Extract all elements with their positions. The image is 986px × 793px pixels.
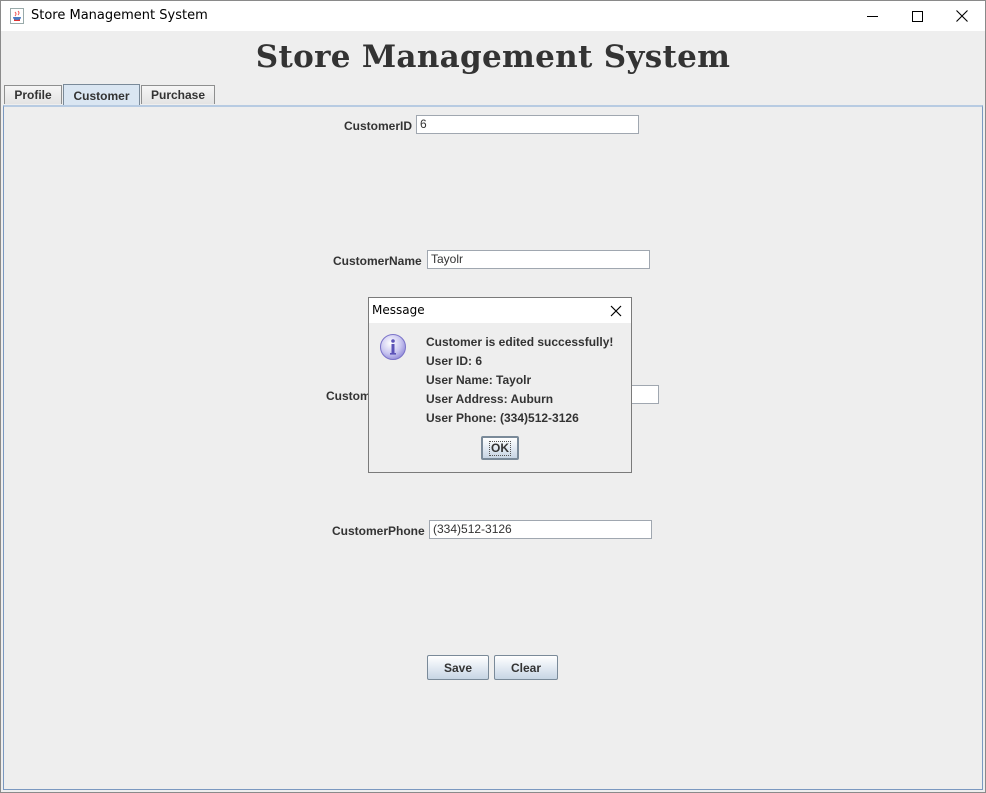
customer-name-label: CustomerName	[333, 254, 422, 268]
customer-id-field[interactable]: 6	[416, 115, 639, 134]
dialog-message-line: User Name: Tayolr	[426, 373, 531, 387]
tab-customer[interactable]: Customer	[63, 84, 140, 106]
app-window: Store Management System Store Management…	[0, 0, 986, 793]
maximize-icon	[912, 11, 923, 22]
close-icon[interactable]	[609, 304, 623, 318]
tab-profile[interactable]: Profile	[4, 85, 62, 104]
dialog-title-bar[interactable]: Message	[369, 298, 631, 323]
customer-phone-field[interactable]: (334)512-3126	[429, 520, 652, 539]
maximize-button[interactable]	[894, 1, 940, 31]
customer-name-field[interactable]: Tayolr	[427, 250, 650, 269]
dialog-message-line: Customer is edited successfully!	[426, 335, 613, 349]
save-button[interactable]: Save	[427, 655, 489, 680]
ok-button-label: OK	[489, 441, 511, 456]
clear-button[interactable]: Clear	[494, 655, 558, 680]
tab-purchase[interactable]: Purchase	[141, 85, 215, 104]
page-title: Store Management System	[1, 39, 985, 75]
dialog-message-line: User Address: Auburn	[426, 392, 553, 406]
customer-address-label: Custom	[326, 389, 371, 403]
dialog-message-line: User ID: 6	[426, 354, 482, 368]
info-icon	[379, 333, 407, 361]
java-cup-icon	[10, 8, 24, 24]
message-dialog: Message Customer is edited successfully!…	[368, 297, 632, 473]
title-bar[interactable]: Store Management System	[1, 1, 985, 31]
close-button[interactable]	[939, 1, 985, 31]
dialog-title: Message	[372, 303, 425, 317]
minimize-icon	[867, 11, 878, 22]
window-title: Store Management System	[31, 8, 208, 23]
dialog-message-line: User Phone: (334)512-3126	[426, 411, 579, 425]
close-icon	[956, 10, 968, 22]
customer-id-label: CustomerID	[344, 119, 412, 133]
minimize-button[interactable]	[849, 1, 895, 31]
ok-button[interactable]: OK	[481, 436, 519, 460]
customer-phone-label: CustomerPhone	[332, 524, 425, 538]
